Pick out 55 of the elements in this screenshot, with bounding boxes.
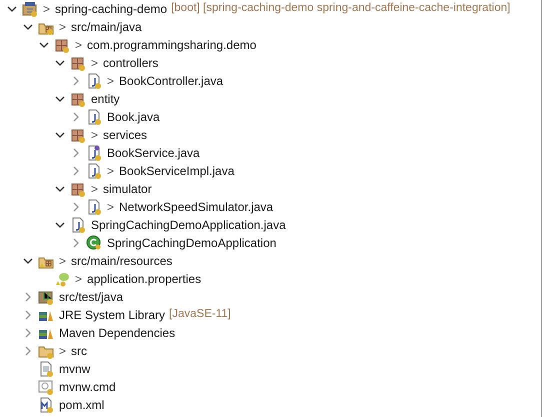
changed-marker: >	[107, 199, 114, 216]
changed-marker: >	[75, 271, 82, 288]
tree-item-label[interactable]: mvnw.cmd	[59, 378, 116, 396]
java-file-icon	[86, 109, 102, 125]
test-folder-icon	[38, 289, 54, 305]
package-icon	[70, 91, 86, 107]
text-file-icon	[38, 361, 54, 377]
tree-item-label[interactable]: application.properties	[87, 270, 202, 288]
script-file-icon	[38, 379, 54, 395]
tree-item-label[interactable]: BookService.java	[107, 144, 200, 162]
tree-item-label[interactable]: src/test/java	[59, 288, 124, 306]
project-icon	[22, 1, 38, 17]
tree-item-label[interactable]: NetworkSpeedSimulator.java	[119, 198, 274, 216]
java-file-icon	[86, 73, 102, 89]
changed-marker: >	[107, 73, 114, 90]
tree-item-label[interactable]: src/main/resources	[71, 252, 172, 270]
changed-marker: >	[107, 163, 114, 180]
tree-item-label[interactable]: BookServiceImpl.java	[119, 162, 234, 180]
changed-marker: >	[75, 37, 82, 54]
xml-file-icon	[38, 397, 54, 413]
tree-item-label[interactable]: com.programmingsharing.demo	[87, 36, 256, 54]
tree-item-label[interactable]: entity	[91, 90, 120, 108]
tree-item-label[interactable]: simulator	[103, 180, 152, 198]
changed-marker: >	[91, 181, 98, 198]
tree-item-label[interactable]: SpringCachingDemoApplication.java	[91, 216, 286, 234]
tree-item-label[interactable]: SpringCachingDemoApplication	[107, 234, 276, 252]
tree-item-label[interactable]: Maven Dependencies	[59, 324, 176, 342]
item-decoration: [boot] [spring-caching-demo spring-and-caffeine-cache-integration]	[171, 1, 510, 16]
tree-item-label[interactable]: Book.java	[107, 108, 160, 126]
package-icon	[70, 55, 86, 71]
item-decoration: [JavaSE-11]	[169, 307, 231, 322]
changed-marker: >	[91, 55, 98, 72]
tree-item-label[interactable]: JRE System Library	[59, 306, 166, 324]
changed-marker: >	[59, 343, 66, 360]
tree-item-label[interactable]: mvnw	[59, 360, 90, 378]
package-icon	[70, 181, 86, 197]
tree-item-label[interactable]: src	[71, 342, 88, 360]
tree-item-label[interactable]: spring-caching-demo	[55, 0, 168, 18]
java-file-icon	[86, 199, 102, 215]
changed-marker: >	[91, 127, 98, 144]
package-icon	[70, 127, 86, 143]
package-icon	[54, 37, 70, 53]
class-icon	[86, 235, 102, 251]
java-file-icon	[86, 163, 102, 179]
interface-file-icon	[86, 145, 102, 161]
java-file-icon	[70, 217, 86, 233]
tree-item-label[interactable]: pom.xml	[59, 396, 104, 414]
changed-marker: >	[43, 1, 50, 18]
changed-marker: >	[59, 19, 66, 36]
tree-item-label[interactable]: controllers	[103, 54, 158, 72]
tree-item-label[interactable]: src/main/java	[71, 18, 142, 36]
tree-item-label[interactable]: BookController.java	[119, 72, 224, 90]
tree-item-label[interactable]: services	[103, 126, 148, 144]
properties-file-icon	[54, 271, 70, 287]
changed-marker: >	[59, 253, 66, 270]
